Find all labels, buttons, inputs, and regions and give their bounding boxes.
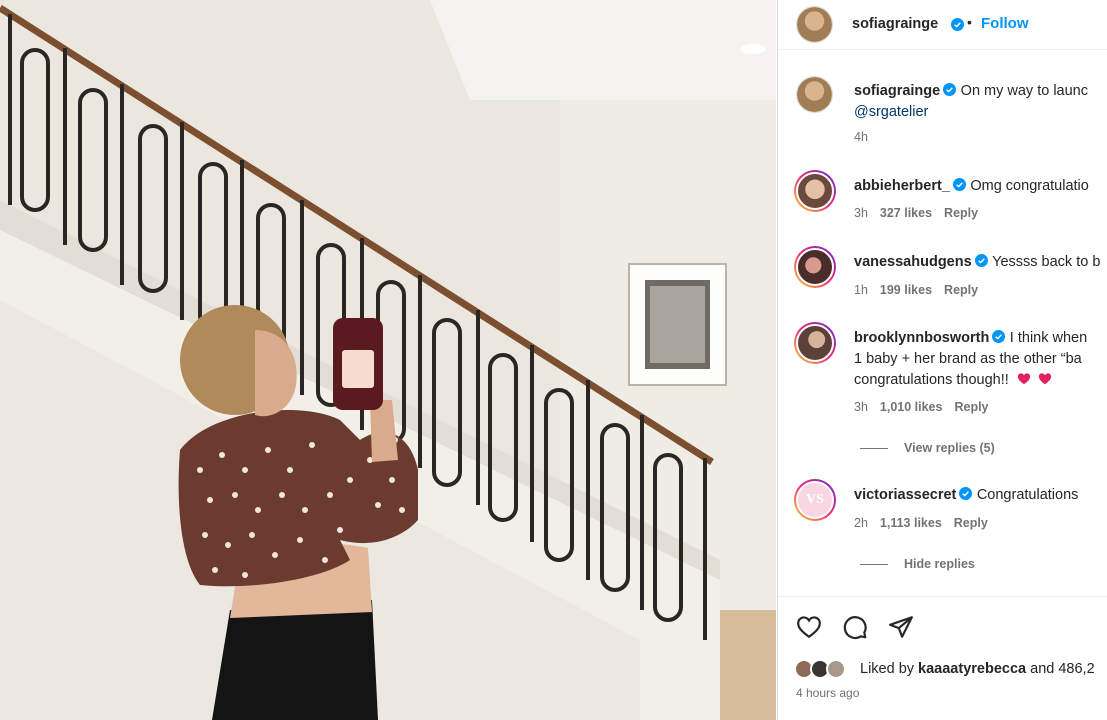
- comment-username[interactable]: vanessahudgens: [854, 254, 972, 270]
- verified-badge-icon: [992, 330, 1006, 343]
- verified-badge-icon: [943, 83, 957, 96]
- caption-mention-link[interactable]: @srgatelier: [854, 104, 928, 120]
- post-photo: [0, 0, 776, 720]
- reply-button[interactable]: Reply: [944, 206, 978, 220]
- post-side-panel: sofiagrainge • Follow sofiagrainge On my…: [777, 0, 1107, 720]
- header-separator: •: [967, 14, 972, 30]
- mirror-selfie-photo: [0, 0, 776, 720]
- follow-button[interactable]: Follow: [981, 15, 1029, 32]
- caption-time: 4h: [854, 130, 868, 144]
- comment-bubble-icon[interactable]: [842, 614, 868, 640]
- hide-replies-button[interactable]: Hide replies: [860, 557, 975, 571]
- hide-replies-label: Hide replies: [904, 557, 975, 571]
- comment-text-line-2: 1 baby + her brand as the other “ba: [854, 351, 1082, 367]
- caption-avatar[interactable]: [796, 76, 833, 113]
- liked-by-prefix: Liked by: [860, 661, 915, 677]
- post-actions: Liked by kaaaatyrebecca and 486,2 4 hour…: [778, 596, 1107, 720]
- comment-text: I think when: [1009, 330, 1088, 346]
- comment-likes[interactable]: 1,113 likes: [880, 516, 942, 530]
- view-replies-button[interactable]: View replies (5): [860, 441, 995, 455]
- comment-time: 1h: [854, 283, 868, 297]
- post-timestamp: 4 hours ago: [796, 686, 860, 700]
- liked-by-summary[interactable]: Liked by kaaaatyrebecca and 486,2: [860, 661, 1095, 677]
- author-username[interactable]: sofiagrainge: [852, 16, 938, 32]
- caption-line: sofiagrainge On my way to launc: [854, 82, 1088, 100]
- comment-username[interactable]: abbieherbert_: [854, 178, 950, 194]
- comment-text: Yessss back to b: [992, 254, 1101, 270]
- liked-by-avatars: [794, 659, 854, 681]
- verified-badge-icon: [974, 254, 988, 267]
- verified-badge-icon: [959, 487, 973, 500]
- comment-time: 2h: [854, 516, 868, 530]
- comment-time: 3h: [854, 400, 868, 414]
- verified-badge-icon: [952, 178, 966, 191]
- avatar: [826, 659, 846, 679]
- thread-line: [860, 564, 888, 566]
- caption-username[interactable]: sofiagrainge: [854, 83, 940, 99]
- caption-text: On my way to launc: [960, 83, 1088, 99]
- red-heart-emoji-icon: [1018, 373, 1031, 385]
- author-avatar[interactable]: [796, 6, 833, 43]
- verified-badge-icon: [951, 18, 964, 31]
- reply-button[interactable]: Reply: [954, 400, 988, 414]
- view-replies-label: View replies (5): [904, 441, 995, 455]
- post-header: sofiagrainge • Follow: [778, 0, 1107, 50]
- comment-text-line-3: congratulations though!!: [854, 372, 1009, 388]
- comment-username[interactable]: victoriassecret: [854, 487, 956, 503]
- red-heart-emoji-icon: [1038, 373, 1051, 385]
- paper-plane-icon[interactable]: [888, 614, 914, 640]
- heart-outline-icon[interactable]: [796, 614, 822, 640]
- commenter-avatar[interactable]: VS: [794, 479, 836, 521]
- liked-by-count[interactable]: and 486,2: [1030, 661, 1095, 677]
- comment-username[interactable]: brooklynnbosworth: [854, 330, 989, 346]
- comment-likes[interactable]: 327 likes: [880, 206, 932, 220]
- comment-text: Congratulations: [976, 487, 1079, 503]
- comment-time: 3h: [854, 206, 868, 220]
- commenter-avatar[interactable]: [794, 170, 836, 212]
- reply-button[interactable]: Reply: [944, 283, 978, 297]
- comment-text: Omg congratulatio: [970, 178, 1089, 194]
- commenter-avatar[interactable]: [794, 246, 836, 288]
- caption-meta: 4h: [854, 130, 880, 144]
- comment-likes[interactable]: 1,010 likes: [880, 400, 943, 414]
- comment-likes[interactable]: 199 likes: [880, 283, 932, 297]
- commenter-avatar[interactable]: [794, 322, 836, 364]
- liked-by-user[interactable]: kaaaatyrebecca: [918, 661, 1026, 677]
- thread-line: [860, 448, 888, 450]
- reply-button[interactable]: Reply: [954, 516, 988, 530]
